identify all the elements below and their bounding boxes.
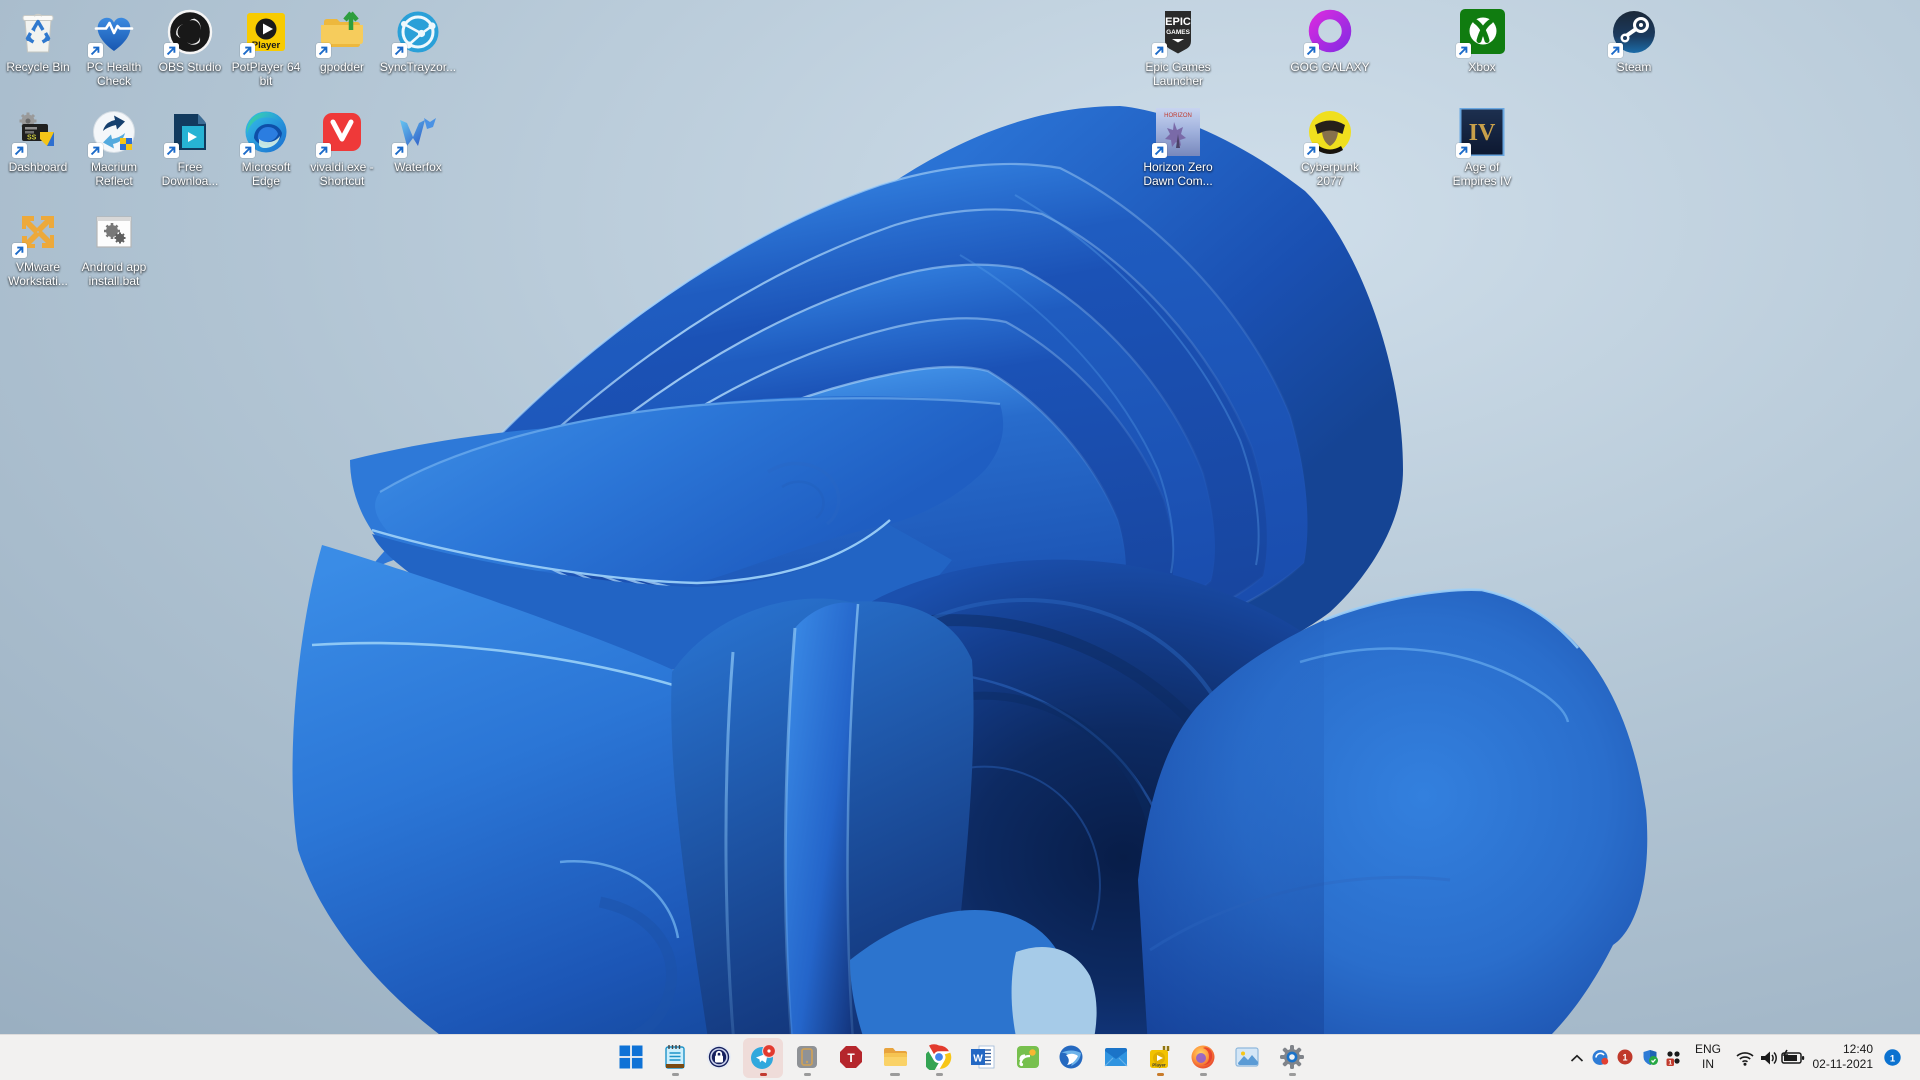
svg-text:W: W xyxy=(973,1054,983,1065)
svg-text:Player: Player xyxy=(252,40,281,51)
svg-text:Player: Player xyxy=(1152,1063,1166,1068)
svg-text:1: 1 xyxy=(1668,1059,1672,1066)
svg-text:SS: SS xyxy=(27,135,37,142)
svg-text:GAMES: GAMES xyxy=(1166,29,1191,36)
svg-text:EPIC: EPIC xyxy=(1165,16,1191,28)
svg-text:T: T xyxy=(847,1051,855,1065)
svg-text:HORIZON: HORIZON xyxy=(1164,113,1192,119)
svg-text:1: 1 xyxy=(1622,1053,1627,1063)
svg-text:1: 1 xyxy=(1890,1053,1896,1064)
svg-text:IV: IV xyxy=(1469,120,1496,146)
